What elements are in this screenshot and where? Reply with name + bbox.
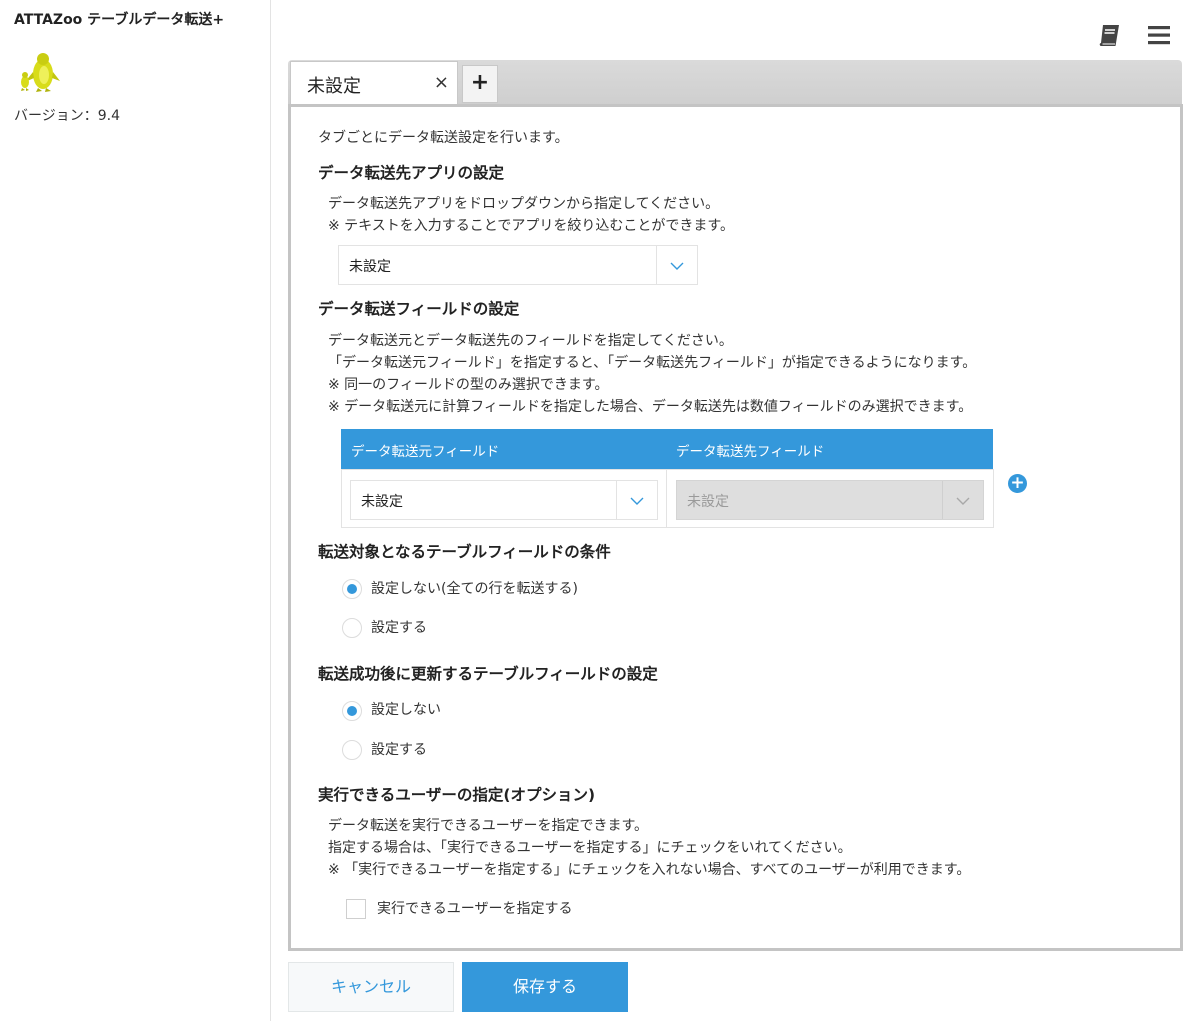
add-tab-button[interactable]: + [462,65,498,103]
col-dest-header: データ転送先フィールド [676,444,825,460]
source-field-select[interactable]: 未設定 [350,480,658,520]
chevron-down-icon[interactable] [656,246,697,284]
chevron-down-icon [942,481,970,519]
add-row-icon[interactable]: + [1008,474,1027,493]
tab-unset[interactable]: 未設定 × [290,61,458,104]
dest-field-value: 未設定 [687,494,729,510]
update-label-none: 設定しない [371,702,441,718]
app-title: ATTAZoo テーブルデータ転送+ [14,12,225,28]
update-radio-set[interactable] [342,740,362,760]
tab-label: 未設定 [307,76,361,97]
restrict-users-label: 実行できるユーザーを指定する [377,901,573,917]
fields-heading: データ転送フィールドの設定 [318,300,520,318]
condition-heading: 転送対象となるテーブルフィールドの条件 [318,543,611,561]
col-source-header: データ転送元フィールド [351,444,500,460]
dest-app-desc-1: データ転送先アプリをドロップダウンから指定してください。 [328,196,720,212]
update-heading: 転送成功後に更新するテーブルフィールドの設定 [318,665,658,683]
source-field-cell: 未設定 [341,469,667,528]
cancel-button[interactable]: キャンセル [288,962,454,1012]
update-label-set: 設定する [371,742,427,758]
dest-app-desc-2: ※ テキストを入力することでアプリを絞り込むことができます。 [328,218,734,234]
chevron-down-icon[interactable] [616,481,657,519]
version-text: バージョン：9.4 [14,108,120,124]
fields-desc-3: ※ 同一のフィールドの型のみ選択できます。 [328,377,609,393]
save-button[interactable]: 保存する [462,962,628,1012]
close-icon[interactable]: × [434,72,449,93]
users-desc-1: データ転送を実行できるユーザーを指定できます。 [328,818,649,834]
penguin-logo-icon [21,53,60,92]
dest-app-select[interactable]: 未設定 [338,245,698,285]
intro-text: タブごとにデータ転送設定を行います。 [318,130,569,146]
dest-app-select-value: 未設定 [349,259,391,275]
fields-desc-1: データ転送元とデータ転送先のフィールドを指定してください。 [328,333,733,349]
fields-desc-4: ※ データ転送元に計算フィールドを指定した場合、データ転送先は数値フィールドのみ… [328,399,973,415]
book-icon[interactable] [1097,22,1123,48]
dest-field-select: 未設定 [676,480,984,520]
hamburger-menu-icon[interactable] [1146,22,1172,48]
users-desc-3: ※ 「実行できるユーザーを指定する」にチェックを入れない場合、すべてのユーザーが… [328,862,971,878]
condition-label-set: 設定する [371,620,427,636]
condition-radio-set[interactable] [342,618,362,638]
field-table-header: データ転送元フィールド データ転送先フィールド [341,429,993,469]
condition-label-none: 設定しない(全ての行を転送する) [371,581,578,597]
settings-panel: タブごとにデータ転送設定を行います。 データ転送先アプリの設定 データ転送先アプ… [288,104,1183,951]
source-field-value: 未設定 [361,494,403,510]
users-desc-2: 指定する場合は、「実行できるユーザーを指定する」にチェックをいれてください。 [328,840,852,856]
users-heading: 実行できるユーザーの指定(オプション) [318,786,596,804]
update-radio-none[interactable] [342,701,362,721]
dest-app-heading: データ転送先アプリの設定 [318,164,505,182]
sidebar: ATTAZoo テーブルデータ転送+ バージョン：9.4 [0,0,271,1021]
condition-radio-none[interactable] [342,579,362,599]
restrict-users-checkbox[interactable] [346,899,366,919]
fields-desc-2: 「データ転送元フィールド」を指定すると、「データ転送先フィールド」が指定できるよ… [328,355,977,371]
dest-field-cell: 未設定 [666,469,994,528]
